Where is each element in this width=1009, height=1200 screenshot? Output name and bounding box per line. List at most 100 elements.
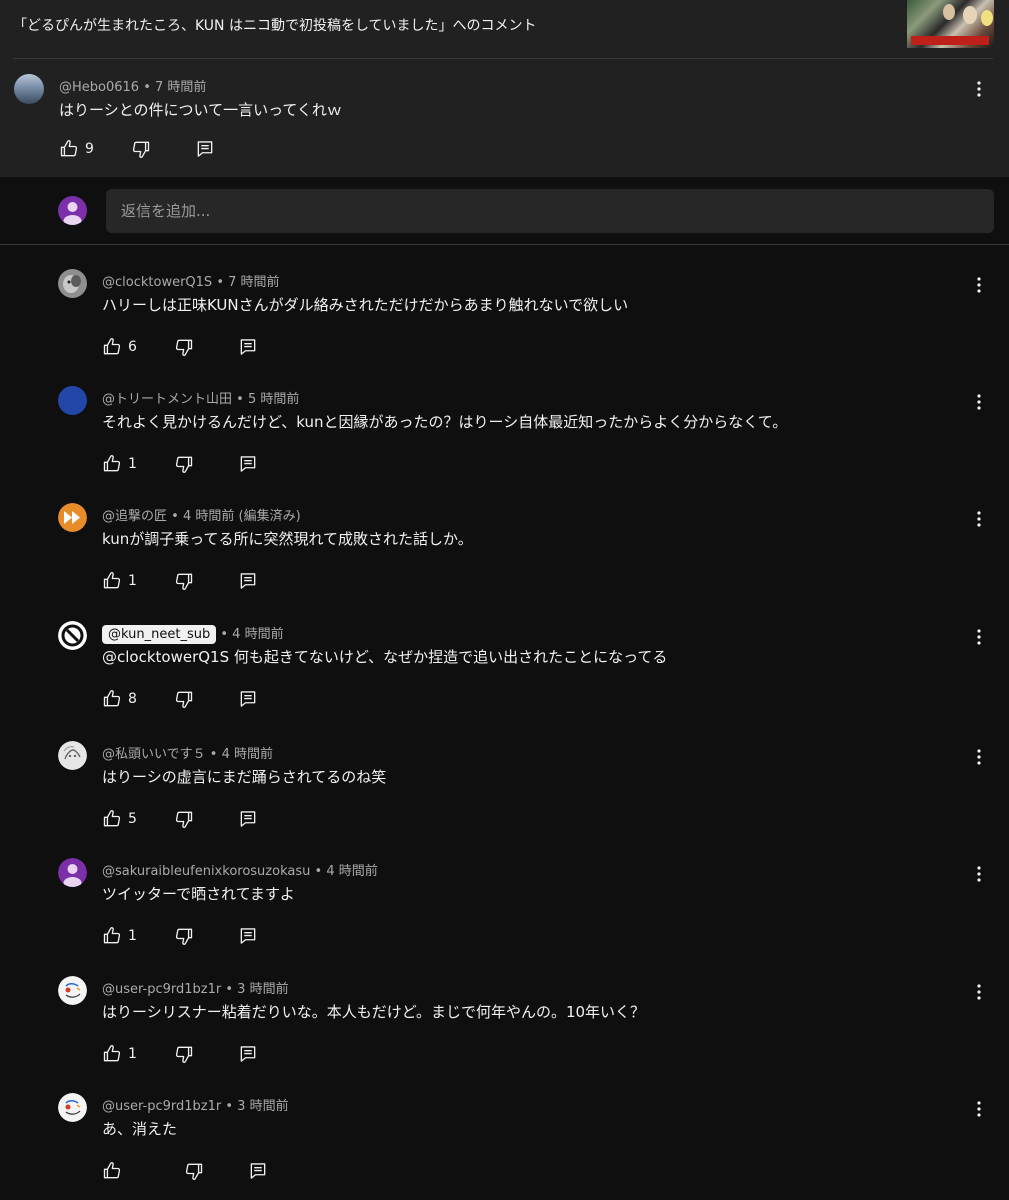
thumbs-up-icon [102,571,122,591]
thumbs-up-icon [102,1161,122,1181]
like-button[interactable]: 1 [102,924,138,948]
more-actions-button[interactable] [967,745,991,773]
dislike-button[interactable] [174,1044,194,1064]
reply-button[interactable] [238,571,258,591]
more-actions-button[interactable] [967,625,991,653]
comment-meta: @追撃の匠 • 4 時間前 (編集済み) [102,505,301,524]
more-vertical-icon [967,745,991,769]
like-count: 8 [128,691,137,707]
reply-comment: @user-pc9rd1bz1r • 3 時間前 はりーシリスナー粘着だりいな。本… [0,962,1009,1079]
comment-actions: 1 [102,569,258,593]
thumbs-down-icon [184,1161,204,1181]
reply-button[interactable] [238,689,258,709]
panel-title: 「どるぴんが生まれたころ、KUN はニコ動で初投稿をしていました」へのコメント [13,18,537,34]
thumbs-up-icon [102,1044,122,1064]
comment-author[interactable]: @追撃の匠 [102,509,167,524]
like-button[interactable]: 9 [59,137,95,161]
comment-author[interactable]: @user-pc9rd1bz1r [102,982,221,997]
like-count: 1 [128,573,137,589]
comment-time[interactable]: 4 時間前 [326,864,377,879]
dislike-button[interactable] [131,139,151,159]
avatar[interactable] [14,74,44,104]
video-thumbnail[interactable] [907,0,994,48]
comment-actions: 1 [102,452,258,476]
panel-title-bar: 「どるぴんが生まれたころ、KUN はニコ動で初投稿をしていました」へのコメント [0,0,1009,58]
thumbs-up-icon [102,337,122,357]
avatar[interactable] [58,269,87,298]
more-actions-button[interactable] [967,980,991,1008]
more-vertical-icon [967,862,991,886]
dislike-button[interactable] [174,571,194,591]
thumbnail-figure [963,6,977,24]
reply-button[interactable] [195,139,215,159]
thumbs-down-icon [174,337,194,357]
comment-text: はりーシの虚言にまだ踊らされてるのね笑 [102,768,387,786]
dislike-button[interactable] [174,337,194,357]
avatar[interactable] [58,386,87,415]
avatar [58,196,87,225]
comment-author[interactable]: @トリートメント山田 [102,392,232,407]
meta-separator: • [216,275,224,290]
like-button[interactable]: 1 [102,569,138,593]
like-button[interactable]: 8 [102,687,138,711]
reply-button[interactable] [238,1044,258,1064]
more-actions-button[interactable] [967,862,991,890]
add-reply-row [0,177,1009,244]
reply-comment: @clocktowerQ1S • 7 時間前 ハリーしは正味KUNさんがダル絡みさ… [0,255,1009,372]
like-button[interactable]: 6 [102,335,138,359]
avatar[interactable] [58,621,87,650]
dislike-button[interactable] [174,454,194,474]
comment-time[interactable]: 5 時間前 [248,392,299,407]
more-actions-button[interactable] [967,77,991,105]
comment-time[interactable]: 7 時間前 [228,275,279,290]
comment-panel-header-area: 「どるぴんが生まれたころ、KUN はニコ動で初投稿をしていました」へのコメント … [0,0,1009,177]
dislike-button[interactable] [184,1161,204,1181]
like-button[interactable] [102,1159,138,1183]
like-button[interactable]: 1 [102,452,138,476]
thumbs-up-icon [59,139,79,159]
comment-time[interactable]: 3 時間前 [237,982,288,997]
meta-separator: • [209,747,218,762]
more-actions-button[interactable] [967,507,991,535]
dislike-button[interactable] [174,809,194,829]
comment-meta: @sakuraibleufenixkorosuzokasu • 4 時間前 [102,860,378,879]
thumbs-down-icon [174,454,194,474]
reply-button[interactable] [248,1161,268,1181]
more-actions-button[interactable] [967,273,991,301]
comment-author[interactable]: @私頭いいです５ [102,747,206,762]
reply-input[interactable] [106,189,994,233]
comment-text: あ、消えた [102,1120,178,1138]
avatar[interactable] [58,741,87,770]
avatar[interactable] [58,1093,87,1122]
comment-actions: 1 [102,924,258,948]
comment-time[interactable]: 3 時間前 [237,1099,288,1114]
comment-author[interactable]: @sakuraibleufenixkorosuzokasu [102,864,310,879]
reply-button[interactable] [238,926,258,946]
reply-button[interactable] [238,337,258,357]
comment-author[interactable]: @Hebo0616 [59,80,139,95]
thumbs-up-icon [102,454,122,474]
divider [0,244,1009,245]
like-button[interactable]: 1 [102,1042,138,1066]
reply-button[interactable] [238,454,258,474]
reply-button[interactable] [238,809,258,829]
dislike-button[interactable] [174,689,194,709]
dislike-button[interactable] [174,926,194,946]
comment-time[interactable]: 4 時間前 (編集済み) [183,509,301,524]
more-vertical-icon [967,390,991,414]
comment-time[interactable]: 4 時間前 [232,627,283,642]
comment-icon [238,689,258,709]
comment-author[interactable]: @clocktowerQ1S [102,275,212,290]
more-actions-button[interactable] [967,1097,991,1125]
comment-author[interactable]: @user-pc9rd1bz1r [102,1099,221,1114]
avatar[interactable] [58,976,87,1005]
like-button[interactable]: 5 [102,807,138,831]
comment-author[interactable]: @kun_neet_sub [102,625,217,644]
avatar[interactable] [58,858,87,887]
more-actions-button[interactable] [967,390,991,418]
comment-time[interactable]: 4 時間前 [222,747,273,762]
meta-separator: • [143,80,151,95]
avatar[interactable] [58,503,87,532]
comment-time[interactable]: 7 時間前 [155,80,206,95]
like-count: 1 [128,928,137,944]
